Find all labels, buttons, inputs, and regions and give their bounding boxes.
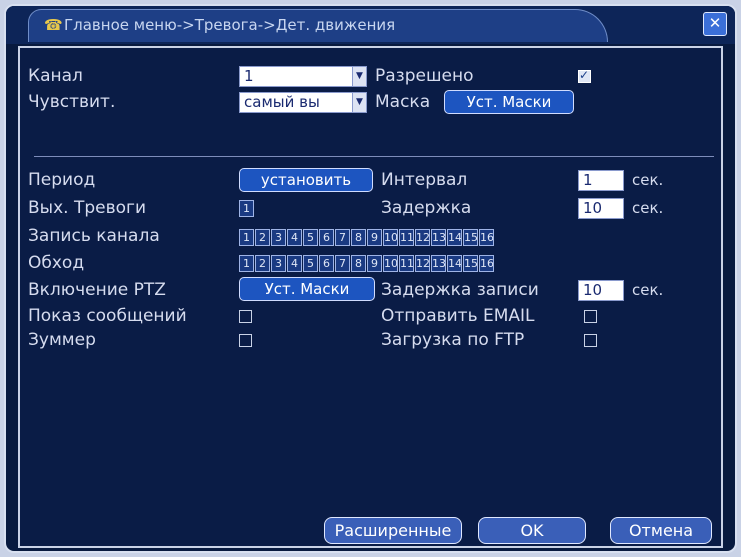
record-channel-cell-11[interactable]: 11 (399, 229, 414, 246)
record-channel-cell-2[interactable]: 2 (255, 229, 270, 246)
record-channel-cell-13[interactable]: 13 (431, 229, 446, 246)
chevron-down-icon: ▼ (352, 93, 366, 112)
alarm-out-cell-1[interactable]: 1 (239, 200, 254, 217)
tour-cell-11[interactable]: 11 (399, 255, 414, 272)
delay-unit: сек. (632, 199, 664, 217)
record-channel-cell-9[interactable]: 9 (367, 229, 382, 246)
tour-grid: 1 2 3 4 5 6 7 8 9 10 11 12 13 14 15 16 (239, 255, 495, 272)
tour-cell-16[interactable]: 16 (479, 255, 494, 272)
tour-cell-12[interactable]: 12 (415, 255, 430, 272)
send-email-checkbox[interactable] (584, 310, 597, 323)
motion-detection-window: ☎ Главное меню->Тревога->Дет. движения ✕… (4, 4, 737, 553)
tour-cell-9[interactable]: 9 (367, 255, 382, 272)
record-channel-cell-4[interactable]: 4 (287, 229, 302, 246)
record-delay-label: Задержка записи (381, 280, 539, 300)
record-delay-unit: сек. (632, 281, 664, 299)
record-channel-label: Запись канала (28, 226, 160, 246)
tour-cell-4[interactable]: 4 (287, 255, 302, 272)
tour-cell-8[interactable]: 8 (351, 255, 366, 272)
delay-input[interactable]: 10 (578, 198, 624, 219)
record-channel-cell-5[interactable]: 5 (303, 229, 318, 246)
channel-value: 1 (244, 67, 254, 85)
record-channel-cell-12[interactable]: 12 (415, 229, 430, 246)
tour-cell-15[interactable]: 15 (463, 255, 478, 272)
record-delay-input[interactable]: 10 (578, 280, 624, 301)
settings-panel: Канал 1 ▼ Разрешено Чувствит. самый вы ▼… (18, 46, 723, 548)
tour-cell-6[interactable]: 6 (319, 255, 334, 272)
tour-cell-2[interactable]: 2 (255, 255, 270, 272)
delay-label: Задержка (381, 198, 472, 218)
interval-label: Интервал (381, 170, 468, 190)
tour-cell-3[interactable]: 3 (271, 255, 286, 272)
alarm-icon: ☎ (44, 16, 63, 34)
buzzer-label: Зуммер (28, 330, 96, 350)
tour-cell-10[interactable]: 10 (383, 255, 398, 272)
divider (34, 156, 714, 157)
show-message-checkbox[interactable] (239, 310, 252, 323)
tour-label: Обход (28, 253, 85, 273)
interval-input[interactable]: 1 (578, 170, 624, 191)
enabled-checkbox[interactable] (578, 68, 591, 83)
record-channel-cell-6[interactable]: 6 (319, 229, 334, 246)
send-email-label: Отправить EMAIL (381, 306, 535, 326)
tour-cell-14[interactable]: 14 (447, 255, 462, 272)
ptz-set-button[interactable]: Уст. Маски (239, 277, 375, 301)
chevron-down-icon: ▼ (352, 67, 366, 86)
record-channel-cell-8[interactable]: 8 (351, 229, 366, 246)
show-message-label: Показ сообщений (28, 306, 187, 326)
mask-label: Маска (375, 92, 431, 112)
record-channel-cell-16[interactable]: 16 (479, 229, 494, 246)
set-mask-button[interactable]: Уст. Маски (444, 90, 574, 114)
buzzer-checkbox[interactable] (239, 334, 252, 347)
ftp-upload-label: Загрузка по FTP (381, 330, 525, 350)
channel-label: Канал (28, 66, 83, 86)
cancel-button[interactable]: Отмена (610, 517, 712, 544)
alarm-out-label: Вых. Тревоги (28, 198, 146, 218)
record-channel-cell-14[interactable]: 14 (447, 229, 462, 246)
tour-cell-1[interactable]: 1 (239, 255, 254, 272)
record-channel-grid: 1 2 3 4 5 6 7 8 9 10 11 12 13 14 15 16 (239, 229, 495, 246)
sensitivity-value: самый вы (244, 93, 320, 111)
sensitivity-select[interactable]: самый вы ▼ (239, 92, 367, 113)
record-channel-cell-15[interactable]: 15 (463, 229, 478, 246)
ok-button[interactable]: OK (478, 517, 586, 544)
enabled-label: Разрешено (375, 66, 474, 86)
tour-cell-7[interactable]: 7 (335, 255, 350, 272)
advanced-button[interactable]: Расширенные (324, 517, 462, 544)
tour-cell-13[interactable]: 13 (431, 255, 446, 272)
tour-cell-5[interactable]: 5 (303, 255, 318, 272)
sensitivity-label: Чувствит. (28, 92, 116, 112)
ftp-upload-checkbox[interactable] (584, 334, 597, 347)
set-period-button[interactable]: установить (239, 168, 373, 192)
period-label: Период (28, 170, 96, 190)
ptz-label: Включение PTZ (28, 280, 166, 300)
record-channel-cell-7[interactable]: 7 (335, 229, 350, 246)
record-channel-cell-3[interactable]: 3 (271, 229, 286, 246)
close-icon[interactable]: ✕ (703, 12, 727, 36)
title-bar: ☎ Главное меню->Тревога->Дет. движения ✕ (6, 6, 735, 44)
interval-unit: сек. (632, 171, 664, 189)
record-channel-cell-10[interactable]: 10 (383, 229, 398, 246)
channel-select[interactable]: 1 ▼ (239, 66, 367, 87)
record-channel-cell-1[interactable]: 1 (239, 229, 254, 246)
window-title: Главное меню->Тревога->Дет. движения (64, 16, 396, 34)
